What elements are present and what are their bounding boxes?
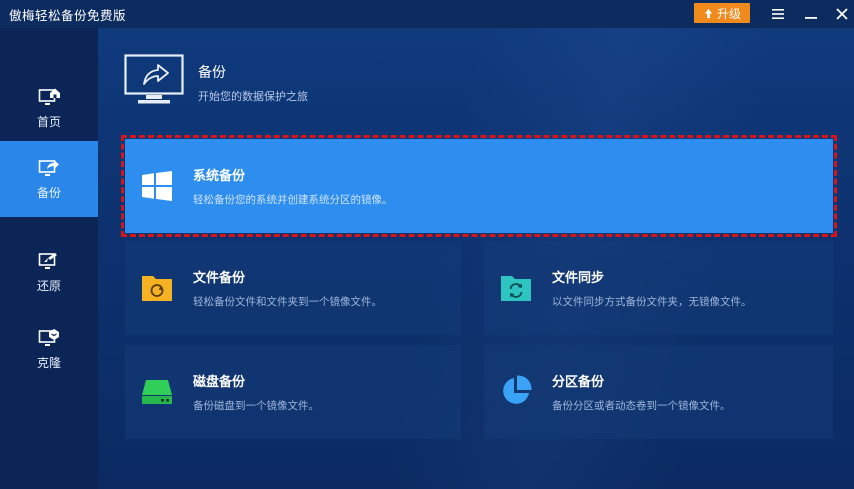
partition-backup-card[interactable]: 分区备份 备份分区或者动态卷到一个镜像文件。 [484, 345, 833, 439]
sidebar: 首页 备份 还原 克隆 [0, 28, 98, 489]
upgrade-arrow-icon [704, 8, 713, 18]
home-icon [38, 88, 60, 105]
card-title: 分区备份 [552, 375, 605, 390]
card-description: 备份磁盘到一个镜像文件。 [193, 400, 319, 412]
menu-icon[interactable] [768, 4, 788, 24]
page-title: 备份 [198, 65, 226, 81]
card-title: 系统备份 [193, 169, 246, 184]
restore-icon [38, 252, 57, 269]
close-icon[interactable] [832, 4, 852, 24]
sidebar-item-label: 备份 [36, 185, 61, 200]
title-bar: 傲梅轻松备份免费版 升级 [0, 0, 854, 28]
pie-chart-icon [503, 375, 532, 404]
sidebar-item-clone[interactable]: 克隆 [0, 311, 98, 387]
sidebar-item-label: 首页 [36, 114, 61, 129]
folder-backup-icon [142, 276, 172, 301]
sidebar-item-restore[interactable]: 还原 [0, 234, 98, 310]
card-title: 磁盘备份 [193, 375, 246, 390]
disk-backup-card[interactable]: 磁盘备份 备份磁盘到一个镜像文件。 [125, 345, 461, 439]
sidebar-item-label: 还原 [36, 278, 61, 293]
card-description: 轻松备份您的系统并创建系统分区的镜像。 [193, 194, 393, 206]
card-description: 轻松备份文件和文件夹到一个镜像文件。 [193, 296, 382, 308]
card-description: 以文件同步方式备份文件夹，无镜像文件。 [552, 296, 752, 308]
clone-icon [38, 328, 59, 346]
sidebar-item-home[interactable]: 首页 [0, 70, 98, 146]
upgrade-button[interactable]: 升级 [694, 3, 750, 23]
card-title: 文件备份 [193, 271, 246, 286]
card-description: 备份分区或者动态卷到一个镜像文件。 [552, 400, 731, 412]
monitor-backup-icon [124, 54, 184, 104]
file-backup-card[interactable]: 文件备份 轻松备份文件和文件夹到一个镜像文件。 [125, 241, 461, 335]
main-panel: 备份 开始您的数据保护之旅 系统备份 轻松备份您的系统并创建系统分区的镜像。 文… [98, 28, 854, 489]
disk-icon [142, 380, 172, 404]
minimize-icon[interactable] [801, 4, 821, 24]
sidebar-item-backup[interactable]: 备份 [0, 141, 98, 217]
windows-icon [142, 171, 172, 201]
page-subtitle: 开始您的数据保护之旅 [198, 90, 308, 103]
backup-icon [38, 159, 59, 176]
app-title: 傲梅轻松备份免费版 [9, 7, 127, 23]
card-title: 文件同步 [552, 271, 605, 286]
folder-sync-icon [501, 276, 531, 301]
file-sync-card[interactable]: 文件同步 以文件同步方式备份文件夹，无镜像文件。 [484, 241, 833, 335]
system-backup-card[interactable]: 系统备份 轻松备份您的系统并创建系统分区的镜像。 [121, 135, 837, 237]
upgrade-label: 升级 [716, 6, 741, 21]
sidebar-item-label: 克隆 [36, 355, 61, 370]
